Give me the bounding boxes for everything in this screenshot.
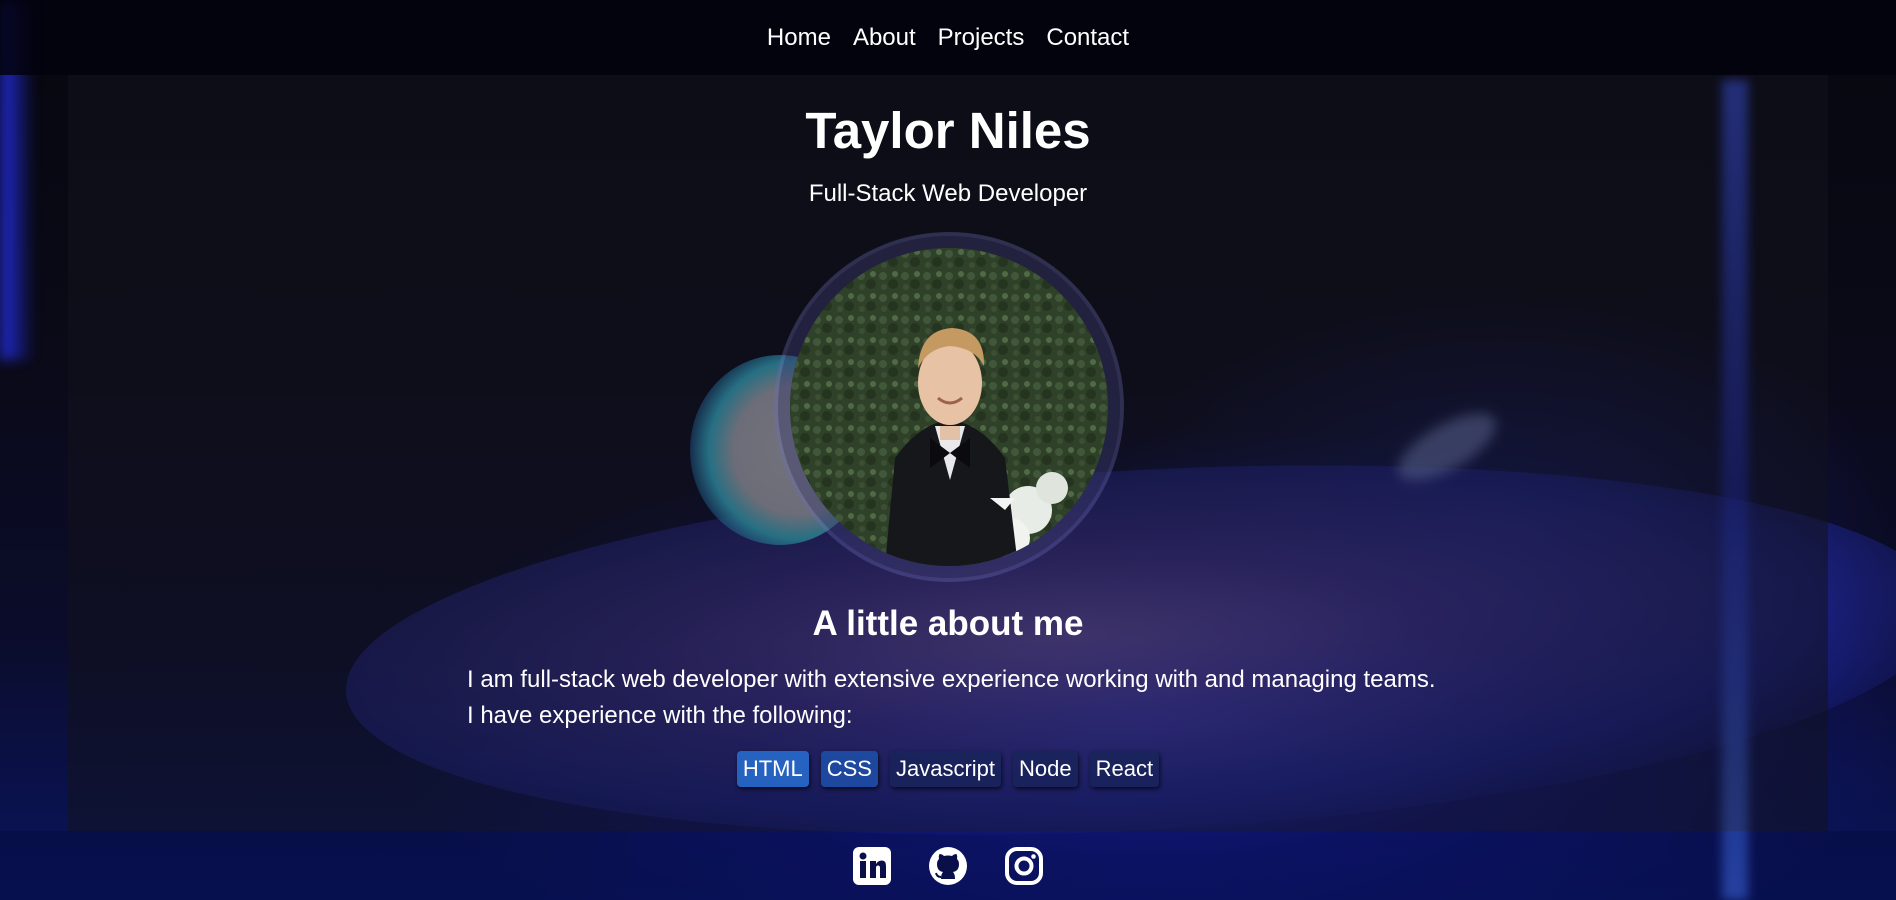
skill-tag-react: React	[1089, 751, 1160, 787]
about-line-1: I am full-stack web developer with exten…	[467, 666, 1436, 693]
instagram-icon[interactable]	[1004, 846, 1044, 886]
about-line-2: I have experience with the following:	[467, 702, 853, 729]
top-navbar: Home About Projects Contact	[0, 0, 1896, 75]
footer	[0, 831, 1896, 900]
nav-projects-link[interactable]: Projects	[938, 24, 1025, 52]
nav-about-link[interactable]: About	[853, 24, 916, 52]
nav-home-link[interactable]: Home	[767, 24, 831, 52]
skill-tag-css: CSS	[820, 751, 878, 787]
linkedin-icon[interactable]	[852, 846, 892, 886]
page-subtitle: Full-Stack Web Developer	[808, 180, 1088, 207]
profile-photo	[790, 248, 1108, 566]
skill-tag-javascript: Javascript	[890, 751, 1002, 787]
about-text: I am full-stack web developer with exten…	[467, 662, 1467, 734]
skill-tag-html: HTML	[736, 751, 809, 787]
skill-tag-node: Node	[1013, 751, 1078, 787]
about-heading: A little about me	[812, 604, 1084, 643]
github-icon[interactable]	[928, 846, 968, 886]
skills-list: HTML CSS Javascript Node React	[0, 751, 1896, 787]
page-title: Taylor Niles	[805, 102, 1091, 159]
nav-contact-link[interactable]: Contact	[1046, 24, 1129, 52]
